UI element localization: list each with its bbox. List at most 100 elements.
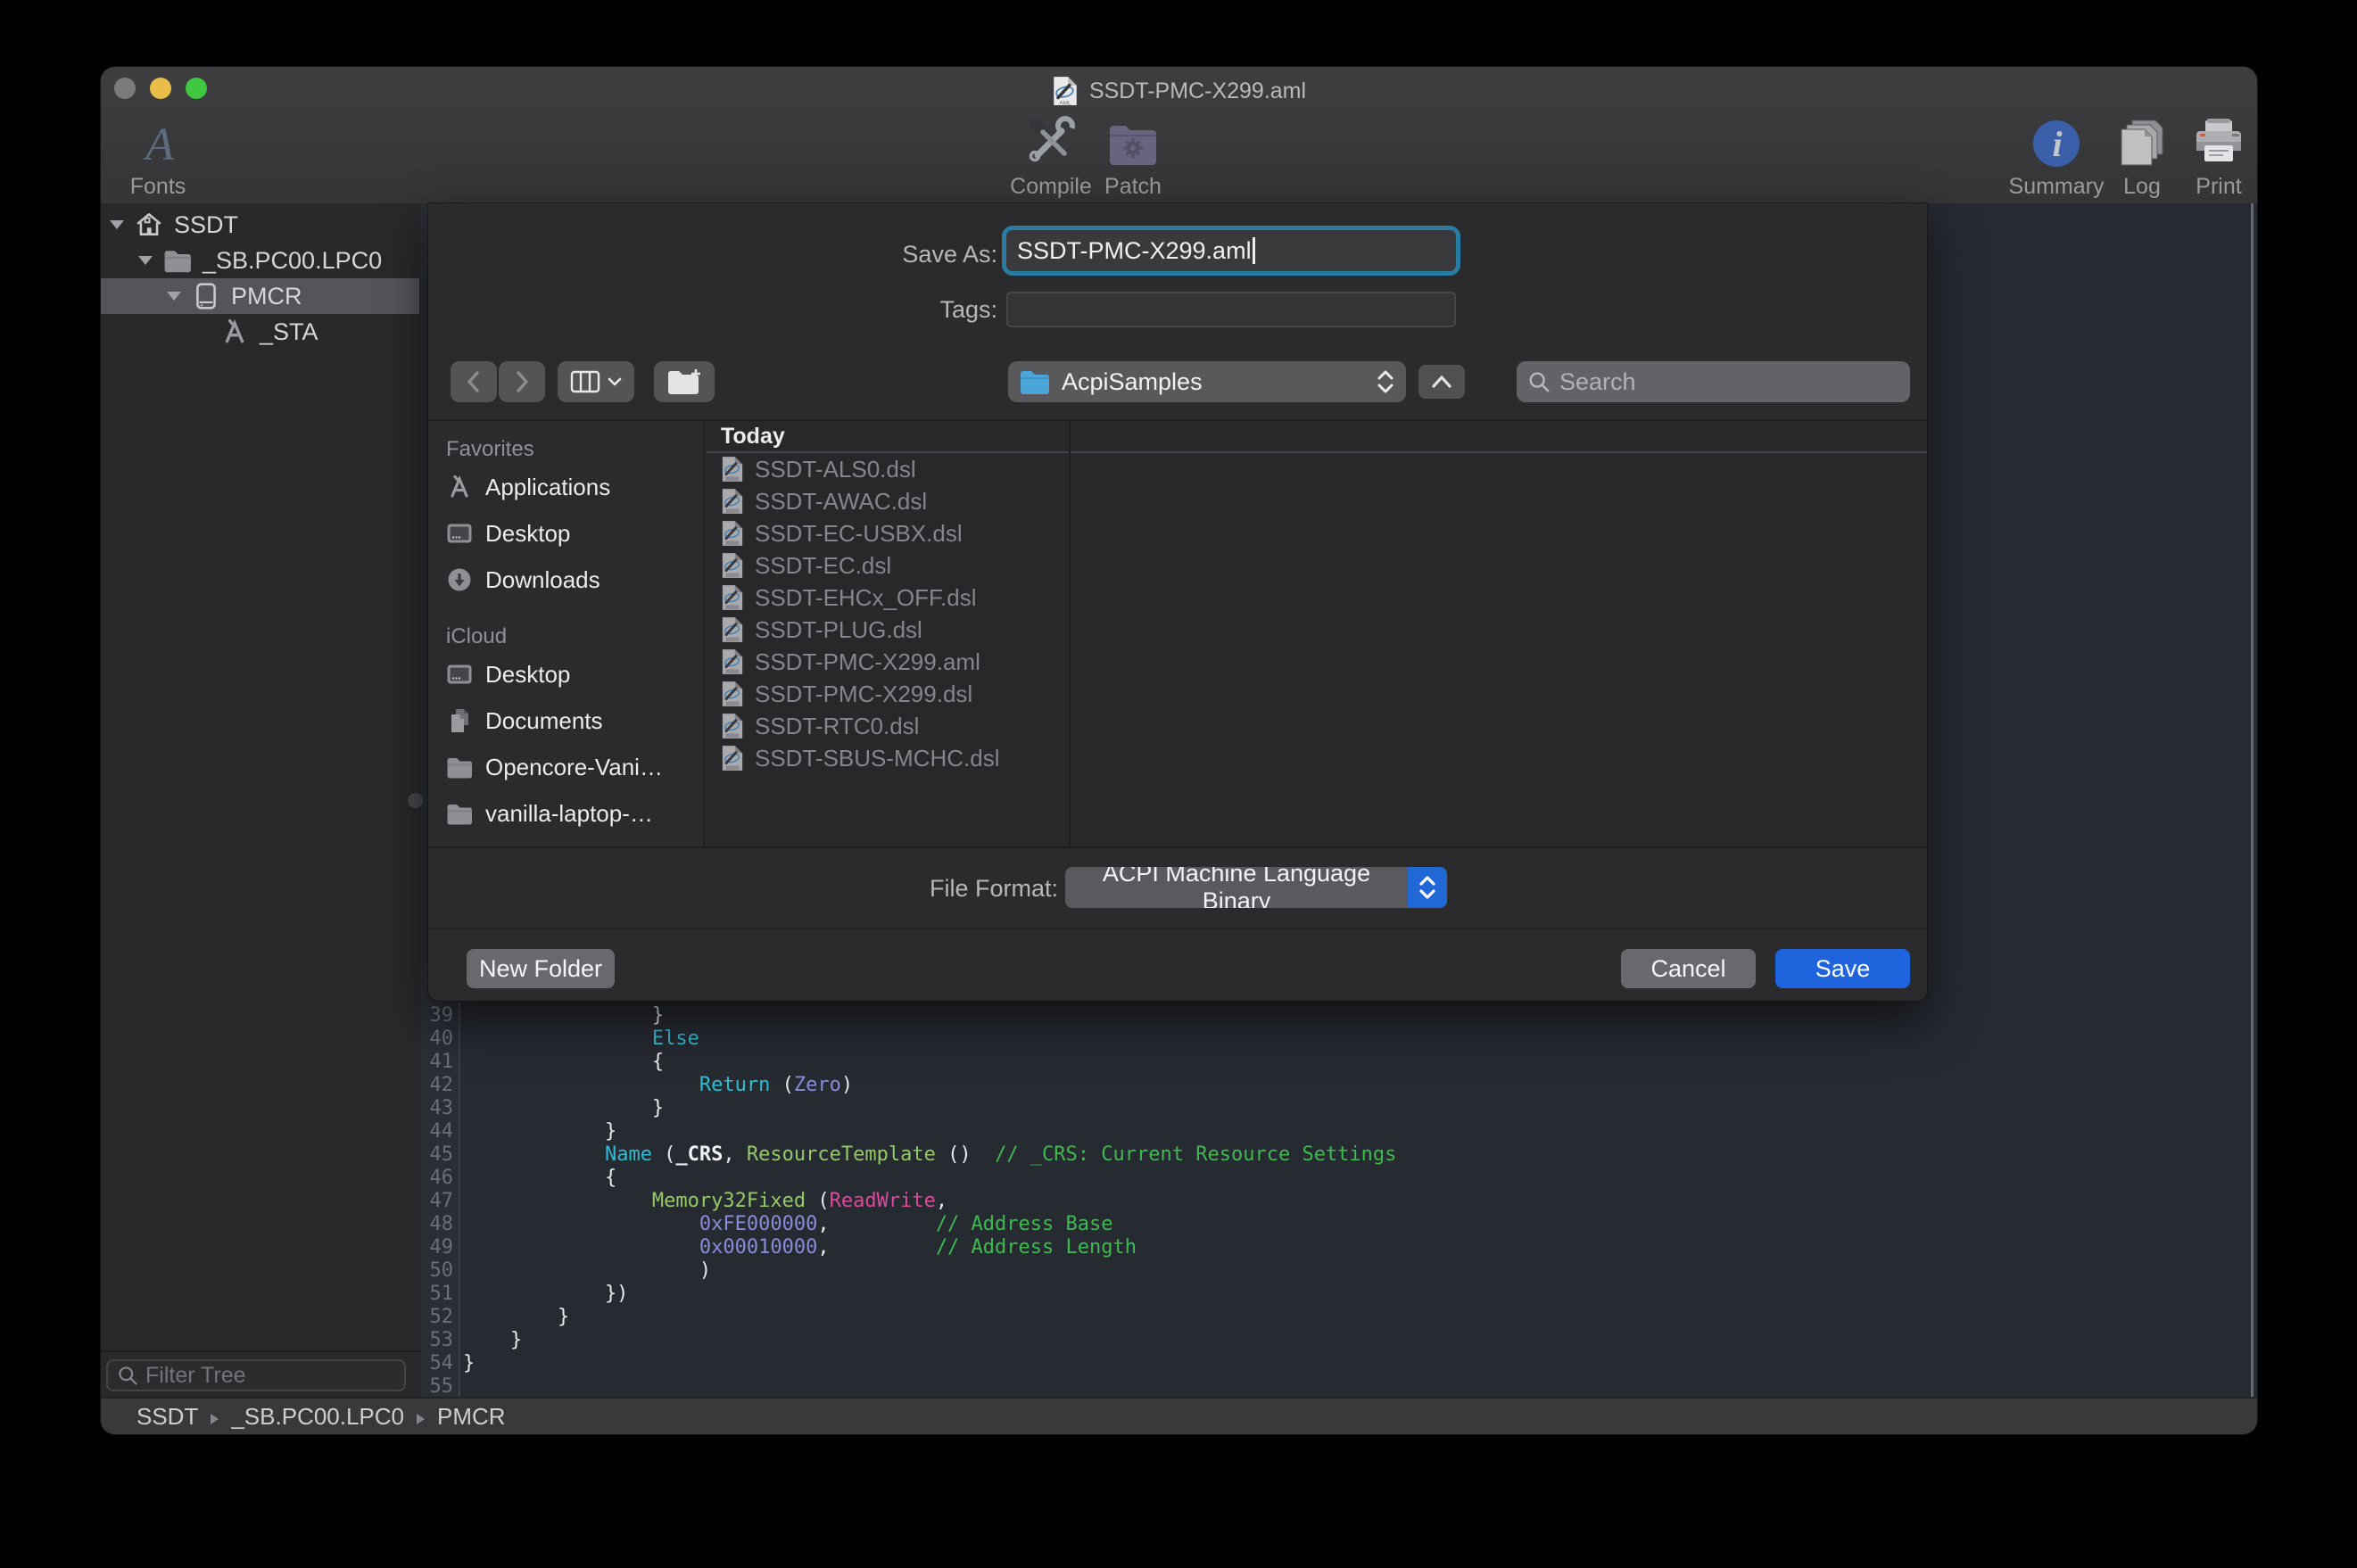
- favorites-item-label: Opencore-Vani…: [485, 754, 663, 781]
- sidebar-resize-handle[interactable]: [408, 793, 423, 808]
- code-line: }: [421, 1352, 2257, 1375]
- favorites-item-vanilla-laptop-[interactable]: vanilla-laptop-…: [446, 790, 698, 837]
- favorites-item-downloads[interactable]: Downloads: [446, 557, 698, 603]
- tags-input[interactable]: [1006, 292, 1456, 327]
- blue-folder-icon: [1019, 369, 1049, 394]
- code-line: Memory32Fixed (ReadWrite,: [421, 1190, 2257, 1213]
- file-row[interactable]: SSDT-PMC-X299.dsl: [707, 678, 1927, 710]
- disclosure-triangle-icon[interactable]: [136, 256, 154, 265]
- document-icon: [721, 488, 744, 515]
- popup-cap: [1408, 867, 1447, 908]
- favorites-item-desktop[interactable]: Desktop: [446, 651, 698, 697]
- home-icon: [135, 210, 163, 239]
- info-icon: i: [2031, 113, 2081, 169]
- location-popup[interactable]: AcpiSamples: [1008, 361, 1406, 402]
- file-row[interactable]: SSDT-SBUS-MCHC.dsl: [707, 742, 1927, 774]
- method-icon: [446, 474, 473, 500]
- text-caret: [1253, 237, 1255, 264]
- view-mode-button[interactable]: [558, 361, 634, 402]
- chevron-right-icon: [518, 373, 526, 391]
- breadcrumb-item[interactable]: PMCR: [437, 1403, 506, 1430]
- save-button[interactable]: Save: [1775, 949, 1910, 988]
- file-row[interactable]: SSDT-EC-USBX.dsl: [707, 517, 1927, 549]
- printer-icon: [2193, 113, 2245, 169]
- scrollbar[interactable]: [2251, 203, 2254, 1399]
- svg-text:A: A: [143, 120, 174, 169]
- file-format-value: ACPI Machine Language Binary: [1065, 867, 1408, 908]
- tree-list: SSDT _SB.PC00.LPC0PMCR_STA: [101, 207, 419, 350]
- window-title: SSDT-PMC-X299.aml: [1089, 78, 1306, 104]
- search-input[interactable]: Search: [1517, 361, 1910, 402]
- folder-icon: [446, 756, 473, 779]
- patch-folder-gear-icon: [1106, 113, 1160, 169]
- toolbar-print-button[interactable]: Print: [2183, 113, 2254, 200]
- document-icon: [721, 648, 744, 675]
- back-button[interactable]: [451, 361, 497, 402]
- code-line: }: [421, 1329, 2257, 1352]
- titlebar-toolbar: AML SSDT-PMC-X299.aml A Fonts: [101, 67, 2257, 205]
- code-line: {: [421, 1051, 2257, 1074]
- code-line: [421, 1375, 2257, 1399]
- file-row[interactable]: SSDT-EC.dsl: [707, 549, 1927, 582]
- file-name: SSDT-AWAC.dsl: [755, 488, 927, 516]
- breadcrumb-separator-icon: [211, 1414, 219, 1424]
- collapse-sheet-button[interactable]: [1418, 365, 1465, 399]
- code-line: }: [421, 1306, 2257, 1329]
- forward-button[interactable]: [499, 361, 545, 402]
- toolbar-fonts-button[interactable]: A Fonts: [113, 113, 203, 200]
- disclosure-triangle-icon[interactable]: [108, 220, 126, 229]
- cancel-button[interactable]: Cancel: [1621, 949, 1756, 988]
- breadcrumb-item[interactable]: SSDT: [136, 1403, 198, 1430]
- favorites-item-documents[interactable]: Documents: [446, 697, 698, 744]
- compile-label: Compile: [1010, 174, 1092, 200]
- tree-item-_sb.pc00.lpc0[interactable]: _SB.PC00.LPC0: [101, 243, 419, 278]
- document-icon: [721, 520, 744, 547]
- favorites-item-label: Documents: [485, 707, 603, 735]
- breadcrumb-item[interactable]: _SB.PC00.LPC0: [231, 1403, 404, 1430]
- file-name: SSDT-RTC0.dsl: [755, 713, 919, 740]
- file-row[interactable]: SSDT-ALS0.dsl: [707, 453, 1927, 485]
- compile-tools-icon: [1023, 113, 1079, 169]
- file-row[interactable]: SSDT-EHCx_OFF.dsl: [707, 582, 1927, 614]
- file-row[interactable]: SSDT-PLUG.dsl: [707, 614, 1927, 646]
- favorites-section-title: iCloud: [446, 623, 698, 651]
- file-name: SSDT-PMC-X299.dsl: [755, 681, 972, 708]
- toolbar-log-button[interactable]: Log: [2111, 113, 2173, 200]
- log-pages-icon: [2116, 113, 2168, 169]
- file-row[interactable]: SSDT-RTC0.dsl: [707, 710, 1927, 742]
- file-row[interactable]: SSDT-AWAC.dsl: [707, 485, 1927, 517]
- device-icon: [192, 282, 220, 310]
- favorites-pane: FavoritesApplicationsDesktopDownloadsiCl…: [428, 421, 705, 846]
- document-icon: [721, 552, 744, 579]
- documents-icon: [446, 707, 473, 734]
- code-line: Else: [421, 1027, 2257, 1051]
- file-format-popup[interactable]: ACPI Machine Language Binary: [1065, 867, 1447, 908]
- svg-text:i: i: [2052, 124, 2062, 164]
- tree-item-pmcr[interactable]: PMCR: [101, 278, 419, 314]
- save-as-label: Save As:: [801, 241, 997, 268]
- search-placeholder: Search: [1559, 368, 1636, 396]
- updown-chevrons-icon: [1418, 874, 1437, 901]
- filter-tree-input[interactable]: Filter Tree: [106, 1359, 406, 1391]
- disclosure-triangle-icon[interactable]: [165, 292, 183, 301]
- file-row[interactable]: SSDT-PMC-X299.aml: [707, 646, 1927, 678]
- favorites-item-desktop[interactable]: Desktop: [446, 510, 698, 557]
- toolbar-compile-button[interactable]: Compile: [1006, 113, 1096, 200]
- tags-label: Tags:: [801, 296, 997, 324]
- favorites-item-opencore-vani-[interactable]: Opencore-Vani…: [446, 744, 698, 790]
- downloads-icon: [446, 566, 473, 593]
- new-folder-button[interactable]: New Folder: [467, 949, 615, 988]
- tree-item-_sta[interactable]: _STA: [101, 314, 419, 350]
- toolbar-patch-button[interactable]: Patch: [1091, 113, 1175, 200]
- file-group-title: Today: [721, 424, 785, 450]
- save-as-input[interactable]: SSDT-PMC-X299.aml: [1006, 230, 1456, 271]
- toolbar-summary-button[interactable]: i Summary: [2004, 113, 2109, 200]
- favorites-item-applications[interactable]: Applications: [446, 464, 698, 510]
- tree-item-ssdt[interactable]: SSDT: [101, 207, 419, 243]
- file-name: SSDT-ALS0.dsl: [755, 456, 916, 483]
- document-icon: [721, 616, 744, 643]
- code-line: }: [421, 1097, 2257, 1120]
- search-icon: [117, 1365, 138, 1386]
- new-folder-toolbar-button[interactable]: [654, 361, 715, 402]
- tree-item-label: SSDT: [174, 211, 238, 239]
